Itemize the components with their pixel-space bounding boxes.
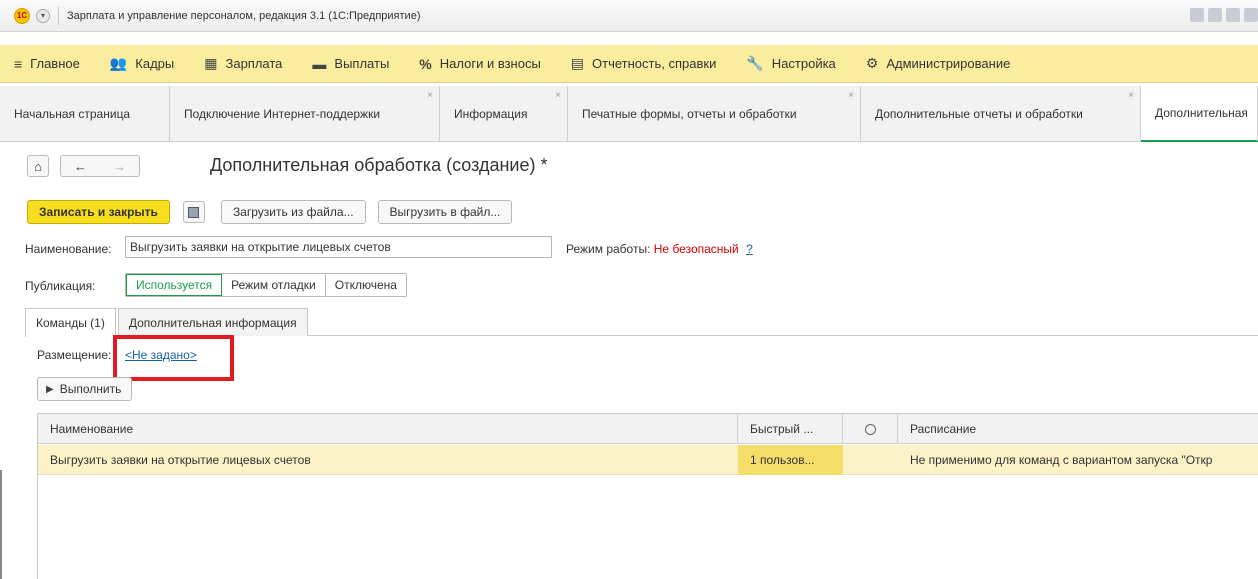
column-header-clock[interactable] xyxy=(843,414,898,444)
home-button[interactable]: ⌂ xyxy=(27,155,49,177)
cell-name[interactable]: Выгрузить заявки на открытие лицевых сче… xyxy=(38,445,738,475)
menu-item-settings[interactable]: 🔧 Настройка xyxy=(746,55,835,72)
tab-label: Информация xyxy=(454,107,528,121)
load-from-file-button[interactable]: Загрузить из файла... xyxy=(220,200,366,224)
favorites-icon[interactable] xyxy=(1244,8,1258,22)
commands-table: Наименование Быстрый ... Расписание Выгр… xyxy=(37,413,1258,579)
form-tabs: Команды (1) Дополнительная информация xyxy=(25,308,1258,337)
tab-label: Подключение Интернет-поддержки xyxy=(184,107,381,121)
tab-print-forms[interactable]: Печатные формы, отчеты и обработки × xyxy=(568,86,861,142)
gear-icon: ⚙ xyxy=(865,55,879,71)
title-separator xyxy=(58,6,59,25)
tab-internet-support[interactable]: Подключение Интернет-поддержки × xyxy=(170,86,440,142)
menu-item-label: Налоги и взносы xyxy=(439,56,541,71)
app-logo-icon[interactable]: 1C xyxy=(14,7,30,24)
highlight-annotation xyxy=(113,335,234,381)
tab-label: Дополнительные отчеты и обработки xyxy=(875,107,1083,121)
close-icon[interactable]: × xyxy=(848,90,854,101)
save-icon[interactable] xyxy=(1190,8,1204,22)
unload-to-file-button[interactable]: Выгрузить в файл... xyxy=(377,200,513,224)
tab-information[interactable]: Информация × xyxy=(440,86,568,142)
main-menu: ≡ Главное 👥 Кадры ▦ Зарплата ▬ Выплаты % Нало… xyxy=(0,45,1258,83)
close-icon[interactable]: × xyxy=(1128,90,1134,101)
publication-option-used[interactable]: Используется xyxy=(126,274,223,296)
mode-help-link[interactable]: ? xyxy=(746,242,753,256)
open-tabs-bar: Начальная страница Подключение Интернет-… xyxy=(0,86,1258,142)
save-and-close-button[interactable]: Записать и закрыть xyxy=(27,200,170,224)
column-header-schedule[interactable]: Расписание xyxy=(898,414,1258,444)
menu-item-label: Зарплата xyxy=(225,56,283,71)
mode-value: Не безопасный xyxy=(653,242,739,256)
back-arrow-icon[interactable]: ← xyxy=(74,159,87,174)
save-button[interactable] xyxy=(182,201,205,223)
tab-additional-info[interactable]: Дополнительная информация xyxy=(117,308,308,336)
column-header-quick[interactable]: Быстрый ... xyxy=(738,414,843,444)
menu-item-label: Настройка xyxy=(771,56,836,71)
publication-label: Публикация: xyxy=(25,279,96,293)
print-icon[interactable] xyxy=(1208,8,1222,22)
tab-label: Дополнительная xyxy=(1155,106,1248,120)
menu-icon: ≡ xyxy=(14,55,23,72)
close-icon[interactable]: × xyxy=(427,90,433,101)
home-icon: ⌂ xyxy=(34,158,42,174)
calculator-icon: ▦ xyxy=(204,55,218,71)
publication-option-disabled[interactable]: Отключена xyxy=(325,274,406,296)
report-icon: ▤ xyxy=(570,55,585,71)
history-nav[interactable]: ← → xyxy=(60,155,140,177)
menu-item-label: Кадры xyxy=(135,56,175,71)
menu-item-taxes[interactable]: % Налоги и взносы xyxy=(419,56,541,72)
tab-label: Начальная страница xyxy=(14,107,131,121)
page-title: Дополнительная обработка (создание) * xyxy=(210,155,548,175)
run-button-label: Выполнить xyxy=(59,382,122,396)
cell-clock[interactable] xyxy=(843,445,898,475)
menu-item-admin[interactable]: ⚙ Администрирование xyxy=(866,55,1011,72)
menu-item-salary[interactable]: ▦ Зарплата xyxy=(204,55,282,72)
column-header-name[interactable]: Наименование xyxy=(38,414,738,444)
tab-additional-processing[interactable]: Дополнительная xyxy=(1141,86,1258,142)
name-field[interactable]: Выгрузить заявки на открытие лицевых сче… xyxy=(125,236,552,258)
menu-item-label: Выплаты xyxy=(334,56,390,71)
menu-item-main[interactable]: ≡ Главное xyxy=(14,56,80,72)
table-row[interactable]: Выгрузить заявки на открытие лицевых сче… xyxy=(38,445,1258,475)
system-menu-icon[interactable]: ▾ xyxy=(36,8,50,23)
close-icon[interactable]: × xyxy=(555,90,561,101)
publication-switch: Используется Режим отладки Отключена xyxy=(125,273,407,297)
publication-option-debug[interactable]: Режим отладки xyxy=(222,274,326,296)
menu-item-label: Администрирование xyxy=(886,56,1011,71)
window-title: Зарплата и управление персоналом, редакц… xyxy=(67,9,421,22)
menu-item-label: Отчетность, справки xyxy=(592,56,717,71)
menu-item-reports[interactable]: ▤ Отчетность, справки xyxy=(571,55,717,72)
forward-arrow-icon[interactable]: → xyxy=(113,159,126,174)
run-button[interactable]: ▶ Выполнить xyxy=(37,377,133,401)
preview-icon[interactable] xyxy=(1226,8,1240,22)
menu-item-label: Главное xyxy=(30,56,80,71)
command-bar: Записать и закрыть Загрузить из файла...… xyxy=(27,200,513,224)
cell-schedule[interactable]: Не применимо для команд с вариантом запу… xyxy=(898,445,1258,475)
titlebar-tools xyxy=(1190,8,1258,22)
name-label: Наименование: xyxy=(25,242,112,256)
tab-home[interactable]: Начальная страница xyxy=(0,86,170,142)
play-icon: ▶ xyxy=(46,383,54,395)
table-header: Наименование Быстрый ... Расписание xyxy=(38,414,1258,444)
placement-label: Размещение: xyxy=(37,348,112,362)
floppy-icon xyxy=(188,206,200,218)
mode-label: Режим работы: xyxy=(566,242,651,256)
clock-icon xyxy=(864,423,876,435)
people-icon: 👥 xyxy=(109,55,128,71)
window-titlebar: 1C ▾ Зарплата и управление персоналом, р… xyxy=(0,0,1258,32)
wallet-icon: ▬ xyxy=(312,55,327,72)
left-edge-bar xyxy=(0,470,2,579)
tab-additional-reports[interactable]: Дополнительные отчеты и обработки × xyxy=(861,86,1141,142)
mode-row: Режим работы: Не безопасный ? xyxy=(566,242,753,256)
percent-icon: % xyxy=(419,55,432,72)
cell-quick[interactable]: 1 пользов... xyxy=(738,445,843,475)
menu-item-payments[interactable]: ▬ Выплаты xyxy=(312,56,389,72)
tab-commands[interactable]: Команды (1) xyxy=(25,308,116,337)
menu-item-hr[interactable]: 👥 Кадры xyxy=(110,55,174,72)
tab-label: Печатные формы, отчеты и обработки xyxy=(582,107,797,121)
wrench-icon: 🔧 xyxy=(746,55,764,71)
